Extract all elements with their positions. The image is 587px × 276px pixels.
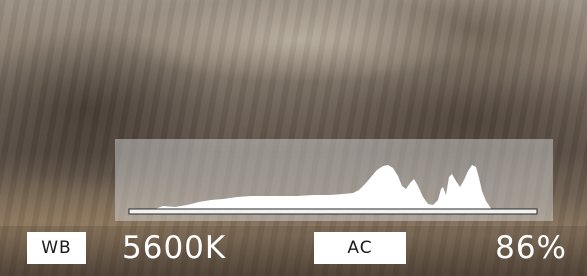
ac-value: 86% — [495, 230, 567, 266]
camera-monitor-screen: WB 5600K AC 86% — [0, 0, 587, 276]
wb-badge[interactable]: WB — [27, 232, 86, 264]
ac-badge[interactable]: AC — [314, 232, 406, 264]
histogram-baseline — [128, 208, 538, 215]
histogram-curve — [131, 165, 493, 211]
white-balance-value: 5600K — [122, 230, 227, 266]
histogram-graph — [128, 165, 538, 215]
luma-histogram — [115, 139, 553, 221]
